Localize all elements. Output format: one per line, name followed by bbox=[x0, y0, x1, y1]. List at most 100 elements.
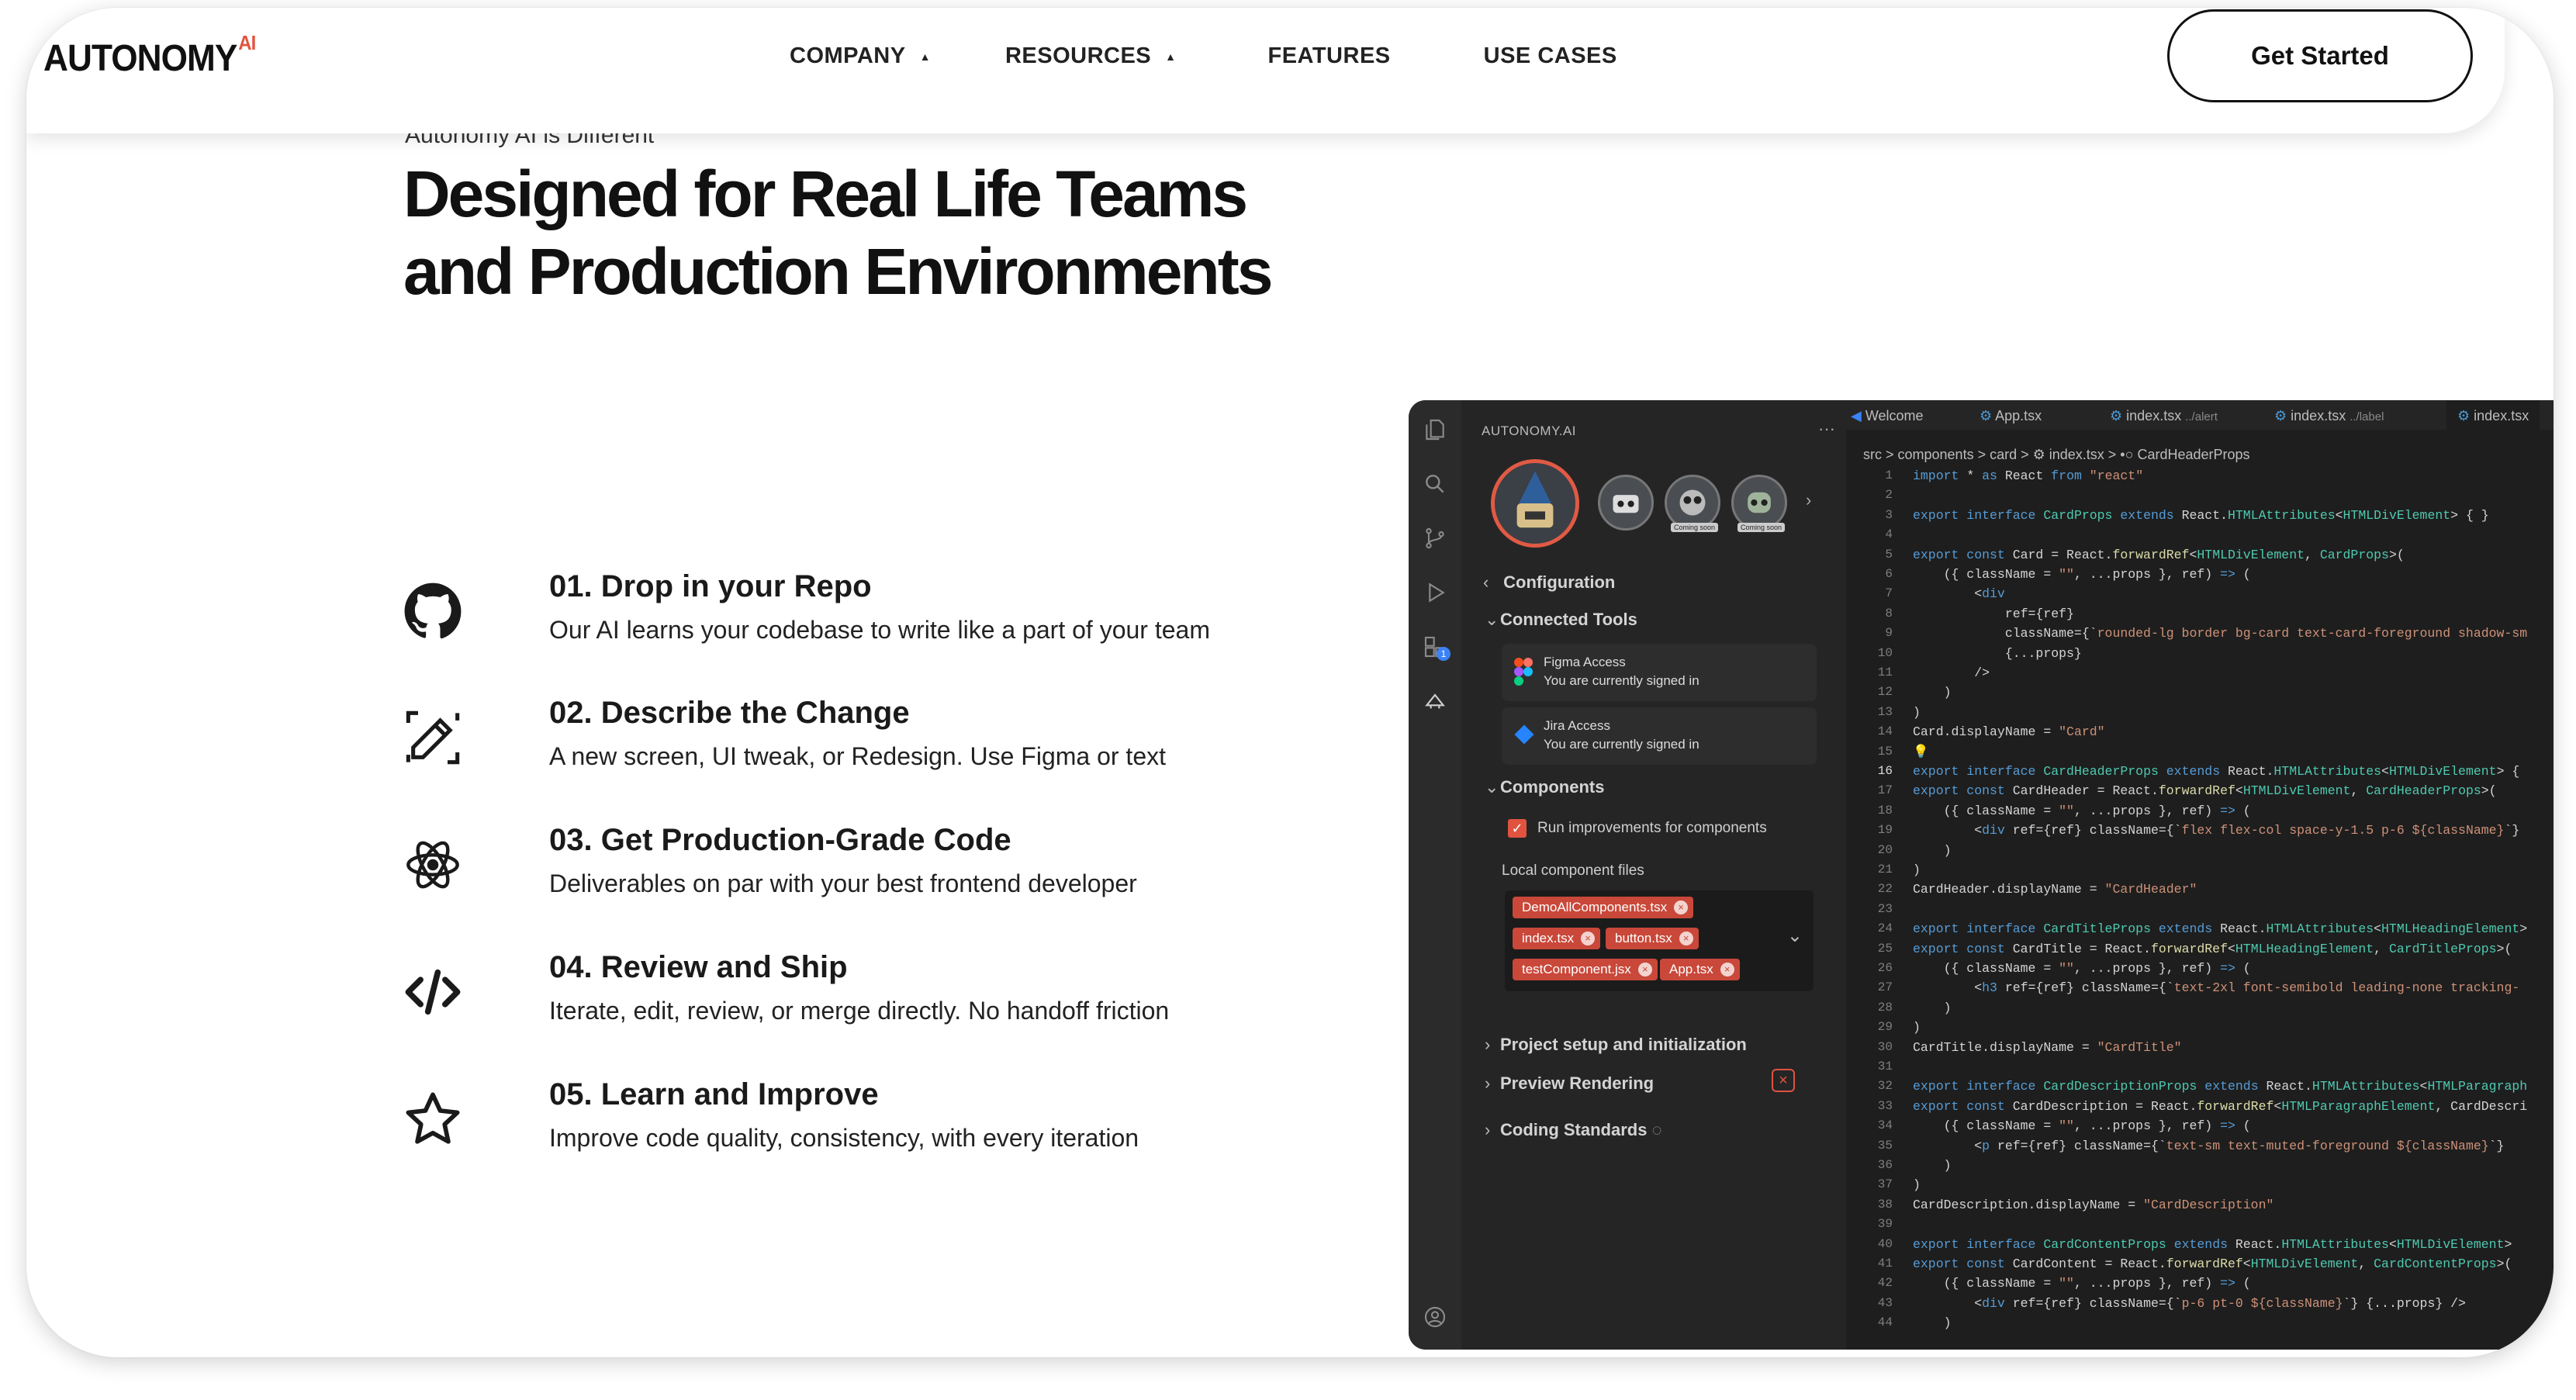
tab-index-label[interactable]: ⚙ index.tsx ../label bbox=[2274, 408, 2384, 424]
line-number: 7 bbox=[1885, 586, 1893, 601]
line-number: 8 bbox=[1885, 606, 1893, 620]
line-number: 41 bbox=[1877, 1257, 1893, 1270]
step-description: Our AI learns your codebase to write lik… bbox=[549, 616, 1210, 644]
code-line: export const CardHeader = React.forwardR… bbox=[1913, 783, 2497, 799]
nav-item-label: RESOURCES bbox=[1004, 43, 1152, 68]
more-options-icon[interactable]: ··· bbox=[1818, 419, 1835, 439]
line-number: 11 bbox=[1877, 665, 1893, 679]
run-improvements-checkbox[interactable]: ✓ bbox=[1508, 819, 1527, 838]
line-number: 31 bbox=[1877, 1060, 1893, 1073]
line-number: 20 bbox=[1877, 842, 1893, 857]
brand-logo[interactable]: AUTONOMYAI bbox=[43, 31, 256, 80]
remove-chip-icon[interactable]: × bbox=[1637, 963, 1652, 977]
line-number: 40 bbox=[1877, 1236, 1893, 1251]
nav-item-features[interactable]: FEATURES bbox=[1268, 43, 1391, 69]
code-line: ) bbox=[1913, 1158, 1952, 1173]
tab-welcome[interactable]: ◀ Welcome bbox=[1851, 408, 1924, 424]
vscode-icon: ◀ bbox=[1851, 408, 1862, 423]
line-number: 42 bbox=[1877, 1276, 1893, 1291]
remove-chip-icon[interactable]: × bbox=[1674, 900, 1689, 914]
line-number: 27 bbox=[1877, 980, 1893, 995]
activity-bar: 1 bbox=[1409, 400, 1461, 1350]
line-number: 3 bbox=[1885, 507, 1893, 522]
tab-index-active[interactable]: ⚙ index.tsx bbox=[2446, 400, 2540, 430]
nav-item-resources[interactable]: RESOURCES ▲ bbox=[1005, 43, 1177, 69]
project-setup-header[interactable]: › Project setup and initialization bbox=[1485, 1035, 1747, 1055]
remove-chip-icon[interactable]: × bbox=[1679, 932, 1693, 945]
agent-avatar-2[interactable] bbox=[1598, 475, 1654, 531]
code-line: <div bbox=[1913, 586, 2005, 602]
autonomy-icon[interactable] bbox=[1423, 689, 1447, 714]
source-control-icon[interactable] bbox=[1423, 526, 1447, 551]
active-agent-avatar[interactable] bbox=[1491, 459, 1579, 548]
line-number: 26 bbox=[1877, 961, 1893, 975]
nav-item-company[interactable]: COMPANY ▲ bbox=[790, 43, 931, 69]
file-chip[interactable]: testComponent.jsx × bbox=[1513, 959, 1658, 980]
figma-access-card[interactable]: Figma Access You are currently signed in bbox=[1502, 644, 1817, 701]
chevron-right-icon: › bbox=[1485, 1035, 1491, 1054]
line-number: 34 bbox=[1877, 1118, 1893, 1133]
chevron-right-icon[interactable]: › bbox=[1806, 490, 1811, 510]
preview-rendering-header[interactable]: › Preview Rendering bbox=[1485, 1073, 1654, 1094]
files-icon[interactable] bbox=[1423, 417, 1447, 442]
line-number: 16 bbox=[1877, 764, 1893, 778]
step-title: 01. Drop in your Repo bbox=[549, 569, 872, 603]
tab-label: index.tsx bbox=[2291, 408, 2346, 423]
remove-chip-icon[interactable]: × bbox=[1581, 932, 1596, 945]
nav-item-use-cases[interactable]: USE CASES bbox=[1484, 43, 1617, 69]
gear-icon: ⚙ bbox=[2110, 408, 2123, 423]
line-number: 15 bbox=[1877, 744, 1893, 759]
line-number: 44 bbox=[1877, 1315, 1893, 1330]
section-label: Coding Standards bbox=[1500, 1120, 1648, 1139]
code-line: export interface CardDescriptionProps ex… bbox=[1913, 1079, 2528, 1094]
github-icon bbox=[404, 582, 462, 639]
gear-icon: ⚙ bbox=[2274, 408, 2287, 423]
nav-menu: COMPANY ▲ RESOURCES ▲ FEATURES USE CASES bbox=[790, 43, 1617, 69]
code-line: ) bbox=[1913, 1000, 1952, 1015]
code-line: ({ className = "", ...props }, ref) => ( bbox=[1913, 567, 2251, 582]
connected-tools-header[interactable]: ⌄Connected Tools bbox=[1485, 610, 1637, 630]
code-line: export const CardContent = React.forward… bbox=[1913, 1257, 2512, 1271]
code-line: import * as React from "react" bbox=[1913, 468, 2144, 483]
tab-app-tsx[interactable]: ⚙ App.tsx bbox=[1980, 408, 2042, 424]
connected-tools-label: Connected Tools bbox=[1500, 610, 1637, 629]
components-label: Components bbox=[1500, 777, 1605, 797]
coding-standards-header[interactable]: › Coding Standards ◌ bbox=[1485, 1120, 1662, 1140]
components-header[interactable]: ⌄Components bbox=[1485, 777, 1604, 797]
configuration-header[interactable]: ‹ Configuration bbox=[1483, 572, 1615, 593]
file-chip[interactable]: button.tsx × bbox=[1606, 928, 1699, 949]
run-debug-icon[interactable] bbox=[1423, 580, 1447, 605]
line-number: 14 bbox=[1877, 724, 1893, 739]
code-editor: ◀ Welcome ⚙ App.tsx ⚙ index.tsx ../alert… bbox=[1846, 400, 2554, 1350]
code-line: ) bbox=[1913, 1020, 1921, 1035]
top-navbar: AUTONOMYAI COMPANY ▲ RESOURCES ▲ FEATURE… bbox=[26, 8, 2505, 133]
chevron-down-icon[interactable]: ⌄ bbox=[1787, 925, 1803, 947]
file-chip-label: DemoAllComponents.tsx bbox=[1522, 900, 1668, 914]
step-title: 05. Learn and Improve bbox=[549, 1077, 879, 1111]
account-icon[interactable] bbox=[1423, 1305, 1447, 1329]
section-label: Project setup and initialization bbox=[1500, 1035, 1747, 1054]
file-chip[interactable]: App.tsx × bbox=[1660, 959, 1740, 980]
tab-index-alert[interactable]: ⚙ index.tsx ../alert bbox=[2110, 408, 2218, 424]
tool-name: Jira Access bbox=[1544, 718, 1610, 733]
chevron-left-icon: ‹ bbox=[1483, 572, 1489, 592]
file-chip[interactable]: DemoAllComponents.tsx × bbox=[1513, 897, 1694, 918]
local-files-selector[interactable]: DemoAllComponents.tsx × index.tsx × button… bbox=[1505, 890, 1814, 991]
search-icon[interactable] bbox=[1423, 472, 1447, 496]
code-line: ) bbox=[1913, 685, 1952, 700]
code-line: ({ className = "", ...props }, ref) => ( bbox=[1913, 961, 2251, 976]
chevron-down-icon: ⌄ bbox=[1485, 610, 1499, 629]
gear-icon: ⚙ bbox=[1980, 408, 1993, 423]
file-chip[interactable]: index.tsx × bbox=[1513, 928, 1601, 949]
get-started-button[interactable]: Get Started bbox=[2167, 9, 2473, 102]
remove-chip-icon[interactable]: × bbox=[1720, 963, 1734, 977]
file-chip-label: index.tsx bbox=[1522, 931, 1575, 945]
code-line: CardDescription.displayName = "CardDescr… bbox=[1913, 1197, 2274, 1212]
jira-access-card[interactable]: Jira Access You are currently signed in bbox=[1502, 707, 1817, 765]
file-chip-label: App.tsx bbox=[1669, 962, 1713, 977]
code-line: ({ className = "", ...props }, ref) => ( bbox=[1913, 803, 2251, 818]
step-item-1: 01. Drop in your Repo Our AI learns your… bbox=[403, 569, 1412, 690]
code-line: /> bbox=[1913, 665, 1990, 680]
line-number: 1 bbox=[1885, 468, 1893, 482]
step-item-4: 04. Review and Ship Iterate, edit, revie… bbox=[403, 950, 1412, 1071]
